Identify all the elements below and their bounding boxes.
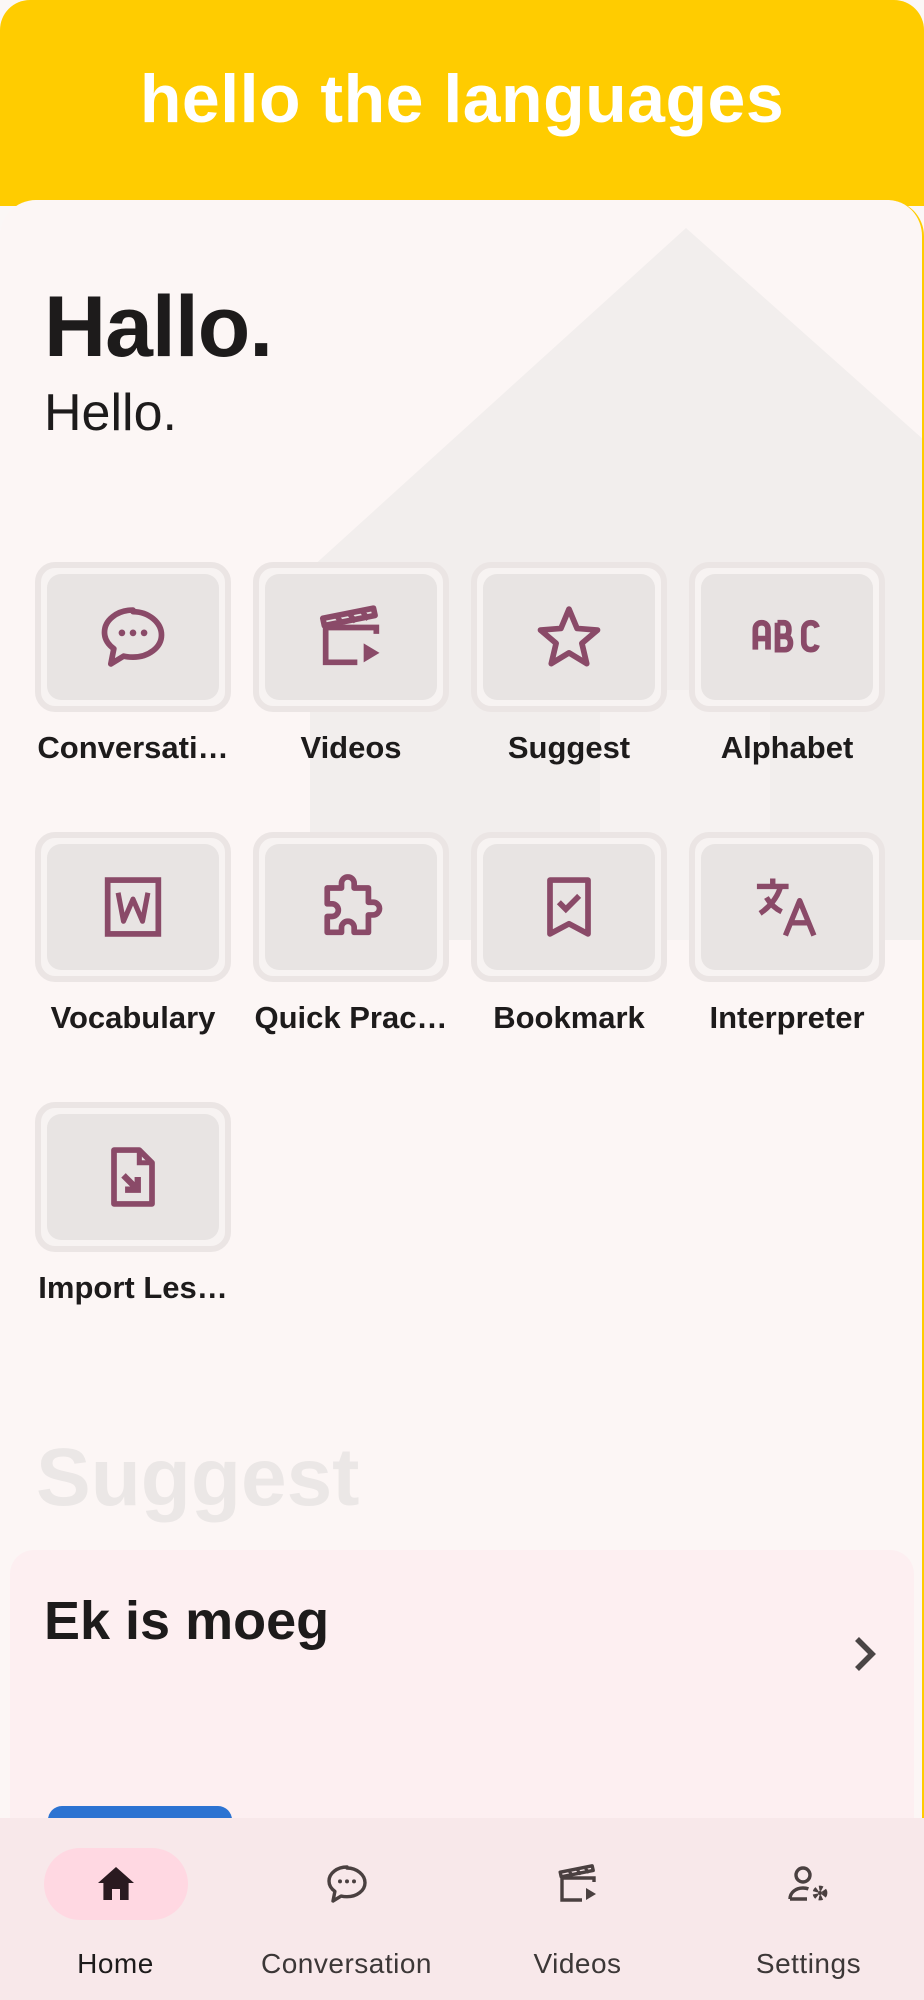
tile-frame	[689, 562, 885, 712]
feature-tile-videos[interactable]: Videos	[253, 562, 449, 782]
home-screen[interactable]: Hallo. Hello. Conversati… Videos Suggest…	[0, 200, 924, 1820]
tile-label: Quick Prac…	[254, 1000, 448, 1035]
suggest-phrase: Ek is moeg	[44, 1591, 330, 1651]
tile-frame	[35, 832, 231, 982]
feature-tile-conversation[interactable]: Conversati…	[35, 562, 231, 782]
nav-item-conversation[interactable]: Conversation	[231, 1818, 462, 2000]
suggest-card[interactable]: Ek is moeg	[10, 1550, 914, 1820]
feature-tile-interpreter[interactable]: Interpreter	[689, 832, 885, 1052]
greeting-translation: Hello.	[44, 384, 177, 442]
tile-frame	[471, 562, 667, 712]
feature-tile-vocabulary[interactable]: Vocabulary	[35, 832, 231, 1052]
tile-label: Videos	[300, 730, 402, 765]
feature-tile-bookmark[interactable]: Bookmark	[471, 832, 667, 1052]
nav-label: Settings	[755, 1948, 862, 1979]
feature-tile-import-lesson[interactable]: Import Les…	[35, 1102, 231, 1322]
bookmark-check-icon	[547, 877, 591, 937]
user-settings-icon	[787, 1866, 827, 1901]
abc-icon	[752, 619, 820, 653]
nav-item-home[interactable]: Home	[0, 1818, 231, 2000]
tile-label: Import Les…	[38, 1270, 228, 1305]
nav-item-settings[interactable]: Settings	[693, 1818, 924, 2000]
app-title: hello the languages	[139, 61, 785, 137]
tile-frame	[689, 832, 885, 982]
tile-label: Conversati…	[37, 730, 229, 765]
chevron-right-icon[interactable]	[840, 1630, 888, 1678]
feature-tile-suggest[interactable]: Suggest	[471, 562, 667, 782]
star-icon	[537, 606, 601, 667]
chat-bubble-icon	[326, 1865, 367, 1903]
tile-frame	[35, 1102, 231, 1252]
tile-frame	[35, 562, 231, 712]
tile-label: Bookmark	[493, 1000, 645, 1035]
clapperboard-icon	[558, 1864, 596, 1902]
tile-frame	[253, 562, 449, 712]
greeting-phrase: Hallo.	[44, 279, 273, 375]
feature-tile-quick-practice[interactable]: Quick Prac…	[253, 832, 449, 1052]
clapperboard-icon	[319, 605, 380, 666]
puzzle-piece-icon	[324, 874, 383, 936]
chat-bubble-icon	[101, 607, 165, 667]
app-root: hello the languages Hallo. Hello. Conver…	[0, 0, 924, 2000]
translate-icon	[756, 878, 817, 937]
nav-item-videos[interactable]: Videos	[462, 1818, 693, 2000]
bottom-navigation: Home Conversation Videos Settings	[0, 1818, 924, 2000]
nav-label: Conversation	[261, 1948, 432, 1979]
tile-label: Suggest	[507, 730, 631, 765]
home-icon	[97, 1867, 134, 1900]
tile-frame	[253, 832, 449, 982]
word-document-icon	[104, 877, 162, 937]
tile-label: Interpreter	[709, 1000, 865, 1035]
nav-label: Home	[77, 1948, 154, 1979]
tile-label: Alphabet	[720, 730, 854, 765]
tile-label: Vocabulary	[50, 1000, 216, 1035]
tile-frame	[471, 832, 667, 982]
nav-label: Videos	[533, 1948, 622, 1979]
app-header: hello the languages	[0, 0, 924, 206]
feature-tile-alphabet[interactable]: Alphabet	[689, 562, 885, 782]
file-import-icon	[111, 1147, 155, 1207]
suggest-heading: Suggest	[36, 1432, 360, 1523]
